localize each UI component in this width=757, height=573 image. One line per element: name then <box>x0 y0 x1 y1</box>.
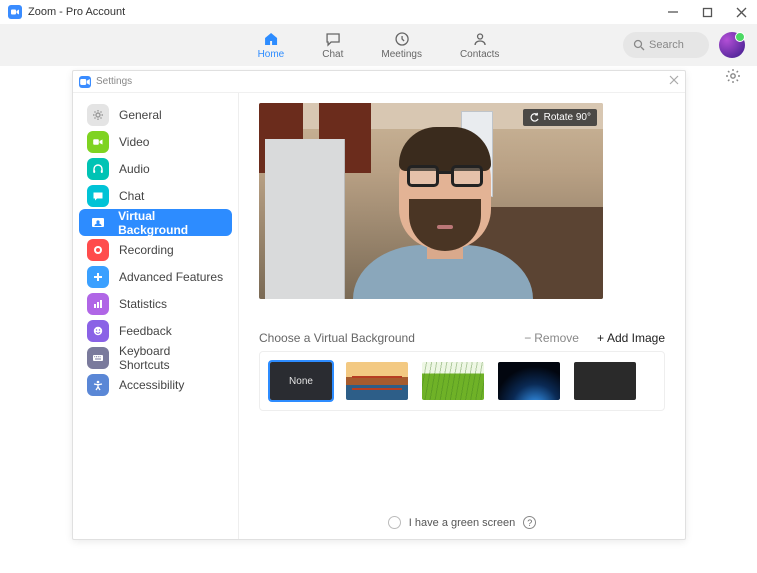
rotate-icon <box>529 112 540 123</box>
choose-background-label: Choose a Virtual Background <box>259 331 415 345</box>
sidebar-item-keyboard[interactable]: Keyboard Shortcuts <box>79 344 232 371</box>
bars-icon <box>87 293 109 315</box>
nav-contacts[interactable]: Contacts <box>460 31 499 60</box>
sidebar-item-label: Chat <box>119 189 144 203</box>
sidebar-item-statistics[interactable]: Statistics <box>79 290 232 317</box>
thumb-none-label: None <box>289 376 313 387</box>
settings-content: Rotate 90° Choose a Virtual Background −… <box>239 93 685 539</box>
home-icon <box>263 31 279 47</box>
sidebar-item-label: General <box>119 108 162 122</box>
sidebar-item-accessibility[interactable]: Accessibility <box>79 371 232 398</box>
virtual-background-icon <box>87 212 108 234</box>
sidebar-item-chat[interactable]: Chat <box>79 182 232 209</box>
smile-icon <box>87 320 109 342</box>
clock-icon <box>394 31 410 47</box>
search-input[interactable]: Search <box>623 32 709 58</box>
zoom-logo-icon <box>8 5 22 19</box>
sidebar-item-label: Keyboard Shortcuts <box>119 344 224 372</box>
nav-home[interactable]: Home <box>258 31 285 60</box>
gear-icon <box>87 104 109 126</box>
keyboard-icon <box>87 347 109 369</box>
maximize-button[interactable] <box>699 4 715 20</box>
settings-close-button[interactable] <box>669 75 679 88</box>
help-icon[interactable]: ? <box>523 516 536 529</box>
green-screen-label: I have a green screen <box>409 517 515 529</box>
nav-chat[interactable]: Chat <box>322 31 343 60</box>
camera-preview: Rotate 90° <box>259 103 603 299</box>
thumb-space[interactable] <box>498 362 560 400</box>
chat-icon <box>325 31 341 47</box>
sidebar-item-general[interactable]: General <box>79 101 232 128</box>
add-label: Add Image <box>607 331 665 345</box>
remove-image-button[interactable]: − Remove <box>524 331 579 345</box>
close-button[interactable] <box>733 4 749 20</box>
sidebar-item-label: Audio <box>119 162 150 176</box>
record-icon <box>87 239 109 261</box>
nav-label: Chat <box>322 49 343 60</box>
plus-icon: + <box>597 331 604 345</box>
minus-icon: − <box>524 331 531 345</box>
sidebar-item-audio[interactable]: Audio <box>79 155 232 182</box>
chat-bubble-icon <box>87 185 109 207</box>
nav-meetings[interactable]: Meetings <box>381 31 422 60</box>
remove-label: Remove <box>534 331 579 345</box>
top-nav: Home Chat Meetings Contacts Search <box>0 24 757 66</box>
rotate-button[interactable]: Rotate 90° <box>523 109 597 126</box>
sidebar-item-label: Accessibility <box>119 378 184 392</box>
video-icon <box>87 131 109 153</box>
search-icon <box>633 39 645 51</box>
rotate-label: Rotate 90° <box>544 112 591 123</box>
add-image-button[interactable]: + Add Image <box>597 331 665 345</box>
sidebar-item-label: Statistics <box>119 297 167 311</box>
window-titlebar: Zoom - Pro Account <box>0 0 757 24</box>
thumb-none[interactable]: None <box>270 362 332 400</box>
thumb-grass[interactable] <box>422 362 484 400</box>
contacts-icon <box>472 31 488 47</box>
nav-label: Home <box>258 49 285 60</box>
sidebar-item-label: Video <box>119 135 149 149</box>
sidebar-item-label: Advanced Features <box>119 270 223 284</box>
nav-label: Contacts <box>460 49 499 60</box>
sidebar-item-video[interactable]: Video <box>79 128 232 155</box>
sidebar-item-virtual-background[interactable]: Virtual Background <box>79 209 232 236</box>
settings-window: Settings General Video Audio Chat <box>72 70 686 540</box>
sidebar-item-label: Virtual Background <box>118 209 224 237</box>
plus-icon <box>87 266 109 288</box>
settings-sidebar: General Video Audio Chat Virtual Backgro… <box>73 93 239 539</box>
minimize-button[interactable] <box>665 4 681 20</box>
nav-label: Meetings <box>381 49 422 60</box>
sidebar-item-label: Recording <box>119 243 174 257</box>
window-title: Zoom - Pro Account <box>28 6 125 18</box>
avatar[interactable] <box>719 32 745 58</box>
preview-scene <box>259 103 603 299</box>
search-placeholder: Search <box>649 39 684 51</box>
thumb-custom-dark[interactable] <box>574 362 636 400</box>
settings-title: Settings <box>96 76 132 87</box>
sidebar-item-advanced[interactable]: Advanced Features <box>79 263 232 290</box>
thumb-bridge[interactable] <box>346 362 408 400</box>
green-screen-checkbox[interactable] <box>388 516 401 529</box>
accessibility-icon <box>87 374 109 396</box>
sidebar-item-recording[interactable]: Recording <box>79 236 232 263</box>
zoom-logo-icon <box>79 76 91 88</box>
settings-titlebar: Settings <box>73 71 685 93</box>
sidebar-item-label: Feedback <box>119 324 172 338</box>
background-thumbnails: None <box>259 351 665 411</box>
headphones-icon <box>87 158 109 180</box>
settings-gear-icon[interactable] <box>725 68 741 89</box>
sidebar-item-feedback[interactable]: Feedback <box>79 317 232 344</box>
